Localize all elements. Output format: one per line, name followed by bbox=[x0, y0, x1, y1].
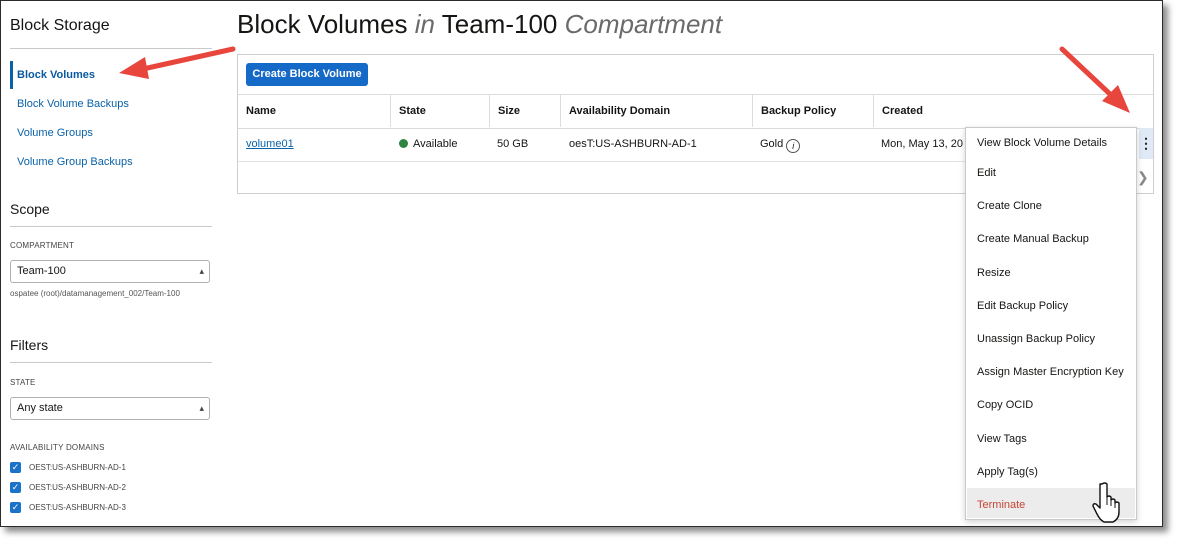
column-divider bbox=[752, 94, 753, 127]
row-divider bbox=[238, 161, 965, 162]
sidebar-item-block-volume-backups[interactable]: Block Volume Backups bbox=[17, 98, 129, 110]
column-divider bbox=[560, 94, 561, 127]
ad-filter-label: OEST:US-ASHBURN-AD-1 bbox=[29, 463, 126, 472]
state-select-value: Any state bbox=[17, 402, 63, 414]
volume-state-label: Available bbox=[413, 138, 458, 150]
ad-caption: AVAILABILITY DOMAINS bbox=[10, 443, 105, 452]
state-select[interactable]: Any state ▴ bbox=[10, 397, 210, 420]
menu-item-assign-encryption-key[interactable]: Assign Master Encryption Key bbox=[977, 366, 1124, 378]
column-header-state[interactable]: State bbox=[399, 95, 426, 128]
compartment-select-value: Team-100 bbox=[17, 265, 66, 277]
divider bbox=[10, 362, 212, 363]
create-block-volume-button[interactable]: Create Block Volume bbox=[246, 63, 368, 86]
compartment-select[interactable]: Team-100 ▴ bbox=[10, 260, 210, 283]
ad-filter-2[interactable]: ✓ OEST:US-ASHBURN-AD-2 bbox=[10, 481, 126, 495]
chevron-updown-icon: ▴ bbox=[199, 403, 204, 413]
status-dot-icon bbox=[399, 139, 408, 148]
menu-item-view-tags[interactable]: View Tags bbox=[977, 433, 1027, 445]
column-divider bbox=[489, 94, 490, 127]
ad-filter-3[interactable]: ✓ OEST:US-ASHBURN-AD-3 bbox=[10, 501, 126, 515]
row-actions-menu: View Block Volume Details Edit Create Cl… bbox=[965, 127, 1137, 520]
checkbox-checked-icon[interactable]: ✓ bbox=[10, 502, 21, 514]
menu-item-unassign-backup-policy[interactable]: Unassign Backup Policy bbox=[977, 333, 1095, 345]
page-title: Block Volumes in Team-100 Compartment bbox=[237, 9, 722, 40]
volume-created: Mon, May 13, 20 bbox=[881, 138, 963, 150]
ad-filter-label: OEST:US-ASHBURN-AD-2 bbox=[29, 483, 126, 492]
filters-title: Filters bbox=[10, 337, 49, 353]
active-indicator bbox=[10, 61, 13, 89]
menu-item-resize[interactable]: Resize bbox=[977, 267, 1011, 279]
menu-item-apply-tags[interactable]: Apply Tag(s) bbox=[977, 466, 1038, 478]
checkbox-checked-icon[interactable]: ✓ bbox=[10, 482, 21, 494]
volume-size: 50 GB bbox=[497, 138, 529, 150]
column-header-name[interactable]: Name bbox=[246, 95, 276, 128]
column-header-created[interactable]: Created bbox=[882, 95, 923, 128]
volume-backup-policy: Gold i bbox=[760, 138, 801, 153]
compartment-path: ospatee (root)/datamanagement_002/Team-1… bbox=[10, 289, 180, 298]
volume-name-link[interactable]: volume01 bbox=[246, 138, 294, 150]
sidebar-item-volume-group-backups[interactable]: Volume Group Backups bbox=[17, 156, 133, 168]
backup-policy-label: Gold bbox=[760, 138, 784, 150]
vertical-ellipsis-icon: ⋮ bbox=[1139, 135, 1153, 151]
compartment-caption: COMPARTMENT bbox=[10, 241, 75, 250]
menu-item-edit[interactable]: Edit bbox=[977, 167, 996, 179]
console-window: Block Storage Block Volumes Block Volume… bbox=[0, 0, 1163, 527]
volume-availability-domain: oesT:US-ASHBURN-AD-1 bbox=[569, 138, 697, 150]
column-header-availability-domain[interactable]: Availability Domain bbox=[569, 95, 670, 128]
info-icon[interactable]: i bbox=[786, 139, 801, 153]
annotation-arrow-left bbox=[119, 46, 236, 79]
divider bbox=[10, 226, 212, 227]
menu-item-create-manual-backup[interactable]: Create Manual Backup bbox=[977, 233, 1089, 245]
hand-pointer-icon bbox=[1092, 482, 1120, 523]
chevron-right-icon[interactable]: ❯ bbox=[1137, 169, 1149, 186]
column-header-size[interactable]: Size bbox=[498, 95, 520, 128]
column-divider bbox=[873, 94, 874, 127]
sidebar-item-block-volumes[interactable]: Block Volumes bbox=[17, 69, 95, 81]
sidebar-title: Block Storage bbox=[10, 17, 110, 34]
table-header: Name State Size Availability Domain Back… bbox=[238, 94, 1153, 129]
sidebar-item-volume-groups[interactable]: Volume Groups bbox=[17, 127, 93, 139]
checkbox-checked-icon[interactable]: ✓ bbox=[10, 462, 21, 474]
ad-filter-label: OEST:US-ASHBURN-AD-3 bbox=[29, 503, 126, 512]
column-header-backup-policy[interactable]: Backup Policy bbox=[761, 95, 836, 128]
menu-item-view-details[interactable]: View Block Volume Details bbox=[977, 137, 1107, 149]
row-actions-button[interactable]: ⋮ bbox=[1139, 128, 1153, 159]
page-title-in: in bbox=[414, 9, 435, 39]
state-caption: STATE bbox=[10, 378, 36, 387]
page-title-main: Block Volumes bbox=[237, 9, 415, 39]
column-divider bbox=[390, 94, 391, 127]
chevron-updown-icon: ▴ bbox=[199, 266, 204, 276]
page-title-compartment: Compartment bbox=[564, 9, 723, 39]
scope-title: Scope bbox=[10, 201, 50, 217]
annotation-arrow-down bbox=[1059, 46, 1130, 113]
page-title-compartment-name: Team-100 bbox=[435, 9, 565, 39]
ad-filter-1[interactable]: ✓ OEST:US-ASHBURN-AD-1 bbox=[10, 461, 126, 475]
menu-item-edit-backup-policy[interactable]: Edit Backup Policy bbox=[977, 300, 1068, 312]
menu-item-copy-ocid[interactable]: Copy OCID bbox=[977, 399, 1033, 411]
menu-item-create-clone[interactable]: Create Clone bbox=[977, 200, 1042, 212]
menu-item-terminate[interactable]: Terminate bbox=[977, 499, 1025, 511]
volume-state: Available bbox=[399, 138, 457, 150]
